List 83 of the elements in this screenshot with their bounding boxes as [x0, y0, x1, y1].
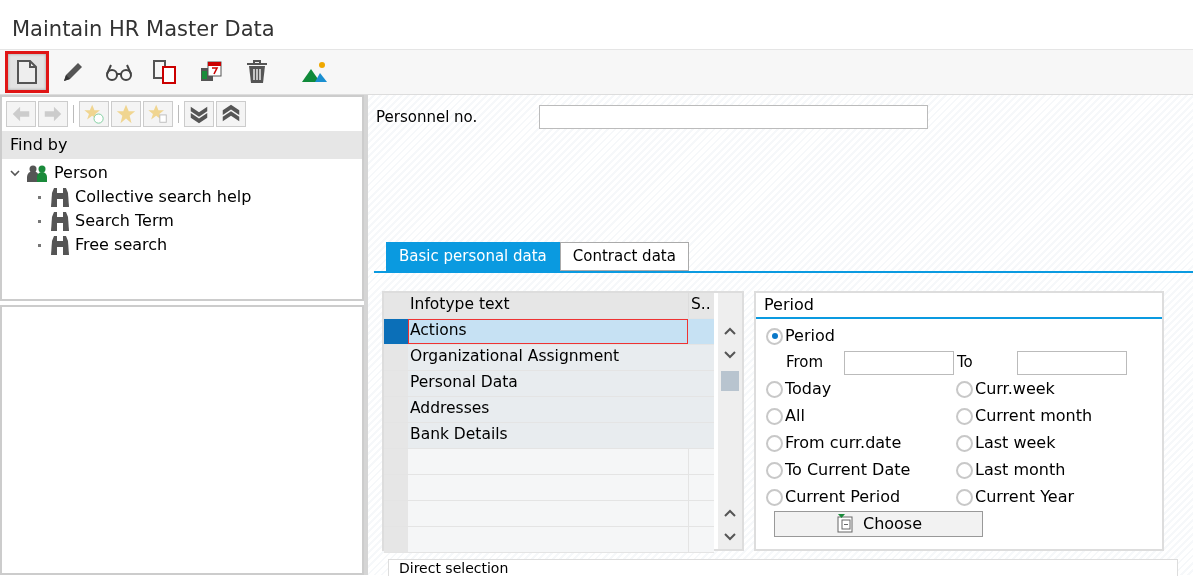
tree-item[interactable]: Person — [54, 161, 108, 185]
radio-button[interactable] — [956, 434, 973, 452]
star-delete-icon — [147, 103, 169, 125]
radio-label[interactable]: Current Year — [975, 485, 1075, 509]
people-icon — [27, 164, 49, 182]
radio-label[interactable]: Last week — [975, 431, 1056, 455]
radio-button[interactable] — [956, 380, 973, 398]
double-chevron-up-button[interactable] — [216, 101, 246, 127]
star-delete-button[interactable] — [143, 101, 173, 127]
field-label: From — [786, 352, 825, 374]
table-cell[interactable]: Personal Data — [408, 370, 688, 397]
radio-label[interactable]: To Current Date — [785, 458, 911, 482]
radio-label[interactable]: Today — [785, 377, 832, 401]
radio-label[interactable]: From curr.date — [785, 431, 902, 455]
radio-label[interactable]: Current Period — [785, 485, 901, 509]
radio-button[interactable] — [766, 407, 783, 425]
star-add-button[interactable] — [79, 101, 109, 127]
tab[interactable]: Contract data — [559, 242, 689, 271]
radio-button[interactable] — [956, 407, 973, 425]
tree-item[interactable]: Search Term — [75, 209, 174, 233]
group-title: Direct selection — [388, 558, 1178, 576]
table-cell — [688, 318, 714, 345]
back-arrow-button[interactable] — [6, 101, 36, 127]
mountain-icon — [301, 60, 329, 84]
tree-item[interactable]: Free search — [75, 233, 168, 257]
star-add-icon — [83, 103, 105, 125]
table-cell[interactable]: Bank Details — [408, 422, 688, 449]
table-cell — [688, 474, 714, 501]
radio-label[interactable]: Curr.week — [975, 377, 1055, 401]
column-header[interactable]: S.. — [688, 292, 714, 319]
group-title: Period — [756, 292, 1162, 319]
radio-button[interactable] — [956, 488, 973, 506]
double-chevron-down-button[interactable] — [184, 101, 214, 127]
row-selector[interactable] — [384, 318, 408, 345]
radio-label[interactable]: Last month — [975, 458, 1066, 482]
forward-arrow-button[interactable] — [38, 101, 68, 127]
tree-bullet — [38, 195, 41, 199]
scroll-down-icon — [724, 350, 736, 359]
table-cell — [688, 344, 714, 371]
table-cell[interactable]: Organizational Assignment — [408, 344, 688, 371]
panel-header: Find by — [0, 131, 364, 159]
table-cell[interactable]: Addresses — [408, 396, 688, 423]
radio-label[interactable]: All — [785, 404, 805, 428]
radio-label[interactable]: Period — [785, 324, 835, 348]
table-cell — [688, 500, 714, 527]
binoculars-icon — [50, 235, 70, 255]
radio-button[interactable] — [766, 488, 783, 506]
clipboard-icon — [834, 513, 855, 534]
radio-label[interactable]: Current month — [975, 404, 1093, 428]
to-date-field[interactable] — [1017, 350, 1127, 375]
from-date-field[interactable] — [844, 350, 954, 375]
table-cell[interactable]: Actions — [408, 318, 688, 345]
choose-button[interactable]: Choose — [774, 510, 983, 537]
page-up-icon — [724, 508, 736, 517]
tree-item[interactable]: Collective search help — [75, 185, 252, 209]
table-cell — [688, 370, 714, 397]
field-label: To — [957, 352, 974, 374]
personnel-number-field[interactable] — [539, 105, 929, 129]
toolbar-button[interactable] — [8, 54, 46, 90]
radio-button[interactable] — [956, 461, 973, 479]
chevron-icon[interactable] — [10, 169, 20, 177]
star-button[interactable] — [111, 101, 141, 127]
binoculars-icon — [50, 211, 70, 231]
table-cell — [688, 448, 714, 475]
scroll-thumb[interactable] — [721, 370, 739, 391]
page-icon — [15, 59, 39, 85]
trash-icon — [245, 59, 269, 85]
copy-icon — [152, 59, 178, 85]
radio-button[interactable] — [766, 327, 783, 345]
field-label: Personnel no. — [376, 106, 478, 128]
table-cell — [688, 396, 714, 423]
radio-button[interactable] — [766, 434, 783, 452]
column-header[interactable]: Infotype text — [408, 292, 688, 319]
page-down-icon — [724, 532, 736, 541]
binoculars-icon — [50, 187, 70, 207]
tree-bullet — [38, 243, 41, 247]
scroll-up-icon — [724, 326, 736, 335]
star-icon — [115, 103, 137, 125]
table-cell — [688, 422, 714, 449]
radio-button[interactable] — [766, 380, 783, 398]
radio-button[interactable] — [766, 461, 783, 479]
glasses-icon — [105, 62, 133, 82]
tree-bullet — [38, 219, 41, 223]
